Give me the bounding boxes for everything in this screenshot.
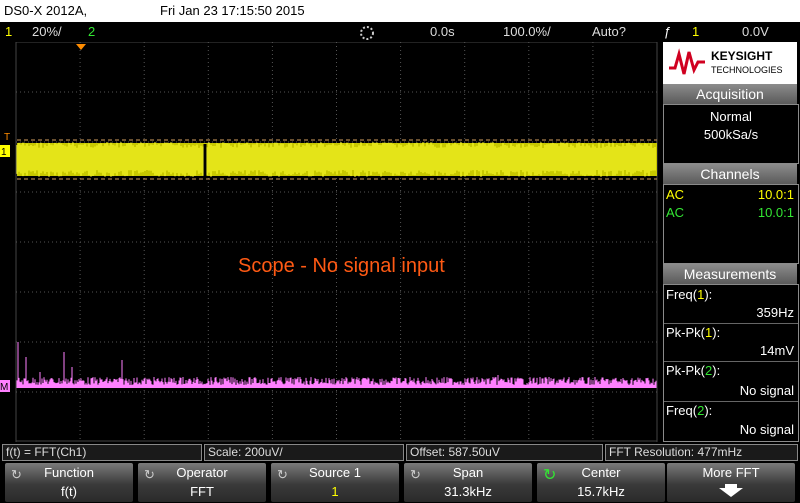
ch1-number[interactable]: 1 [5,24,12,39]
brand-name: KEYSIGHT [711,49,773,63]
status-bar: 1 20%/ 2 0.0s 100.0%/ Auto? ƒ 1 0.0V [0,22,800,42]
operator-softkey-label: Operator [176,465,228,480]
trigger-position-marker [76,44,86,50]
source-softkey-label: Source 1 [308,465,362,480]
meas-4-name: Freq(2): [666,403,713,418]
keysight-wave-icon [669,48,705,75]
math-offset-label: Offset: 587.50uV [406,444,603,461]
acquisition-mode: Normal [710,109,752,124]
span-softkey-label: Span [452,465,484,480]
waveform-display[interactable]: T 1 M Scope - No signal input [0,41,660,442]
meas-4-value: No signal [739,422,794,437]
trigger-edge-icon: ƒ [664,24,672,39]
brand-sub: TECHNOLOGIES [711,65,783,75]
meas-2-name: Pk-Pk(1): [666,325,721,340]
math-scale-label: Scale: 200uV/ [204,444,404,461]
meas-3-name: Pk-Pk(2): [666,363,721,378]
source-softkey[interactable]: ↻ Source 1 1 [271,463,399,502]
graticule: T 1 M [0,41,658,442]
meas-3-value: No signal [739,383,794,398]
time-offset[interactable]: 0.0s [430,24,455,39]
trigger-level-marker: T [4,132,10,143]
ch2-probe: 10.0:1 [757,205,794,220]
measurements-header[interactable]: Measurements [663,264,797,284]
model-label: DS0-X 2012A, [4,3,88,18]
down-arrow-icon [667,484,795,501]
fft-resolution-label: FFT Resolution: 477mHz [605,444,798,461]
right-panel: KEYSIGHT TECHNOLOGIES Acquisition Normal… [660,42,800,442]
channels-box: AC 10.0:1 AC 10.0:1 [663,184,799,264]
datetime-label: Fri Jan 23 17:15:50 2015 [160,3,305,18]
function-softkey[interactable]: ↻ Function f(t) [5,463,133,502]
operator-softkey[interactable]: ↻ Operator FFT [138,463,266,502]
softkey-bar: ↻ Function f(t) ↻ Operator FFT ↻ Source … [0,462,800,503]
ch1-coupling: AC [666,187,685,202]
trigger-level[interactable]: 0.0V [742,24,769,39]
sample-rate: 500kSa/s [703,127,759,142]
trigger-mode[interactable]: Auto? [592,24,626,39]
meas-2-value: 14mV [760,343,794,358]
center-softkey[interactable]: ↻ Center 15.7kHz [537,463,665,502]
channels-header[interactable]: Channels [663,164,797,184]
source-softkey-value: 1 [331,484,339,499]
trigger-channel[interactable]: 1 [692,24,699,39]
ch2-number[interactable]: 2 [88,24,95,39]
math-ground-marker: M [0,382,8,393]
center-softkey-label: Center [581,465,621,480]
center-softkey-value: 15.7kHz [577,484,625,499]
acquisition-header[interactable]: Acquisition [663,84,797,104]
measurements-box: Freq(1): 359Hz Pk-Pk(1): 14mV Pk-Pk(2): … [663,284,799,442]
operator-softkey-value: FFT [190,484,214,499]
more-fft-softkey-label: More FFT [702,465,760,480]
span-softkey[interactable]: ↻ Span 31.3kHz [404,463,532,502]
span-softkey-value: 31.3kHz [444,484,492,499]
meas-1-value: 359Hz [756,305,794,320]
fft-status-strip: f(t) = FFT(Ch1) Scale: 200uV/ Offset: 58… [0,442,800,462]
math-function-label: f(t) = FFT(Ch1) [2,444,202,461]
title-bar: DS0-X 2012A, Fri Jan 23 17:15:50 2015 [0,0,800,22]
acquisition-box: Normal 500kSa/s [663,104,799,164]
more-fft-softkey[interactable]: More FFT [667,463,795,502]
brand-logo: KEYSIGHT TECHNOLOGIES [663,42,797,84]
ch1-ground-marker: 1 [1,147,7,158]
ch1-probe: 10.0:1 [757,187,794,202]
function-softkey-label: Function [44,465,94,480]
annotation-text: Scope - No signal input [238,255,445,277]
ch2-coupling: AC [666,205,685,220]
function-softkey-value: f(t) [61,484,77,499]
time-scale[interactable]: 100.0%/ [503,24,551,39]
meas-1-name: Freq(1): [666,287,713,302]
ch1-scale[interactable]: 20%/ [32,24,62,39]
